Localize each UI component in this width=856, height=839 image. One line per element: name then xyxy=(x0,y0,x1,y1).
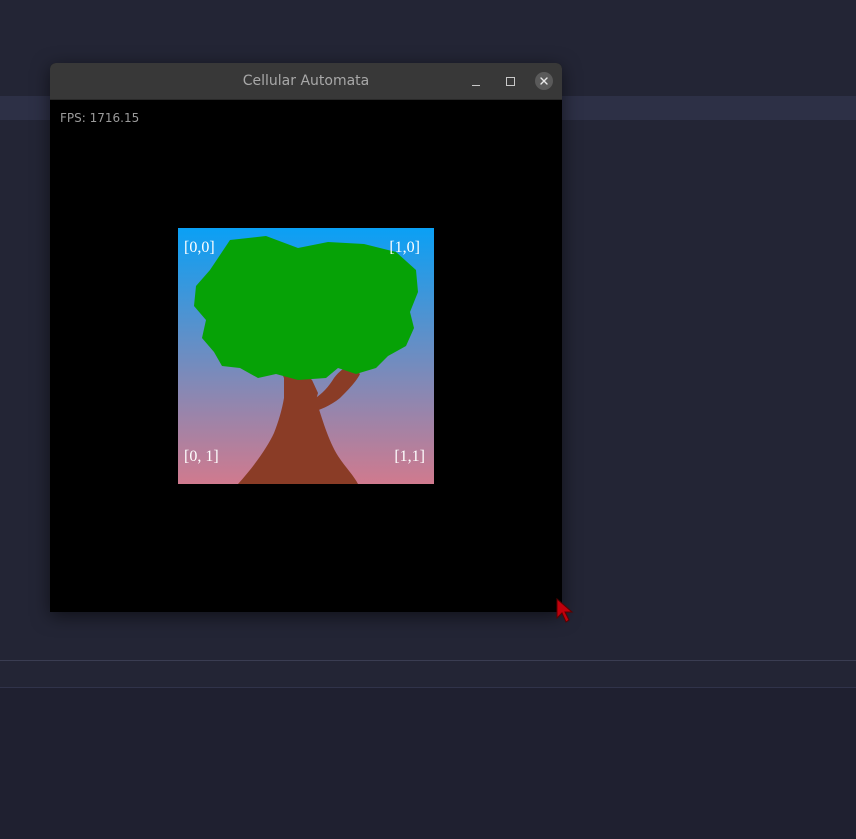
window-titlebar[interactable]: Cellular Automata xyxy=(50,63,562,100)
divider xyxy=(0,660,856,661)
corner-label-bottom-right: [1,1] xyxy=(394,448,425,465)
window-title: Cellular Automata xyxy=(242,73,370,89)
minimize-icon xyxy=(472,84,480,86)
app-window: Cellular Automata FPS: 1716.15 [0,0] [1,… xyxy=(50,63,562,612)
tree-foliage xyxy=(194,236,418,380)
bottom-panel xyxy=(0,688,856,839)
close-button[interactable] xyxy=(535,72,553,90)
corner-label-bottom-left: [0, 1] xyxy=(184,448,219,465)
desktop: Cellular Automata FPS: 1716.15 [0,0] [1,… xyxy=(0,0,856,839)
tree-scene-image xyxy=(178,228,434,484)
maximize-button[interactable] xyxy=(501,72,519,90)
minimize-button[interactable] xyxy=(467,72,485,90)
corner-label-top-right: [1,0] xyxy=(389,239,420,256)
arrow-cursor-icon xyxy=(556,598,574,623)
fps-counter: FPS: 1716.15 xyxy=(60,111,140,125)
close-icon xyxy=(540,77,548,85)
maximize-icon xyxy=(505,76,515,86)
render-canvas[interactable]: FPS: 1716.15 [0,0] [1,0] [0, 1] [1,1] xyxy=(50,100,562,612)
tree-scene: [0,0] [1,0] [0, 1] [1,1] xyxy=(178,228,434,484)
corner-label-top-left: [0,0] xyxy=(184,239,215,256)
